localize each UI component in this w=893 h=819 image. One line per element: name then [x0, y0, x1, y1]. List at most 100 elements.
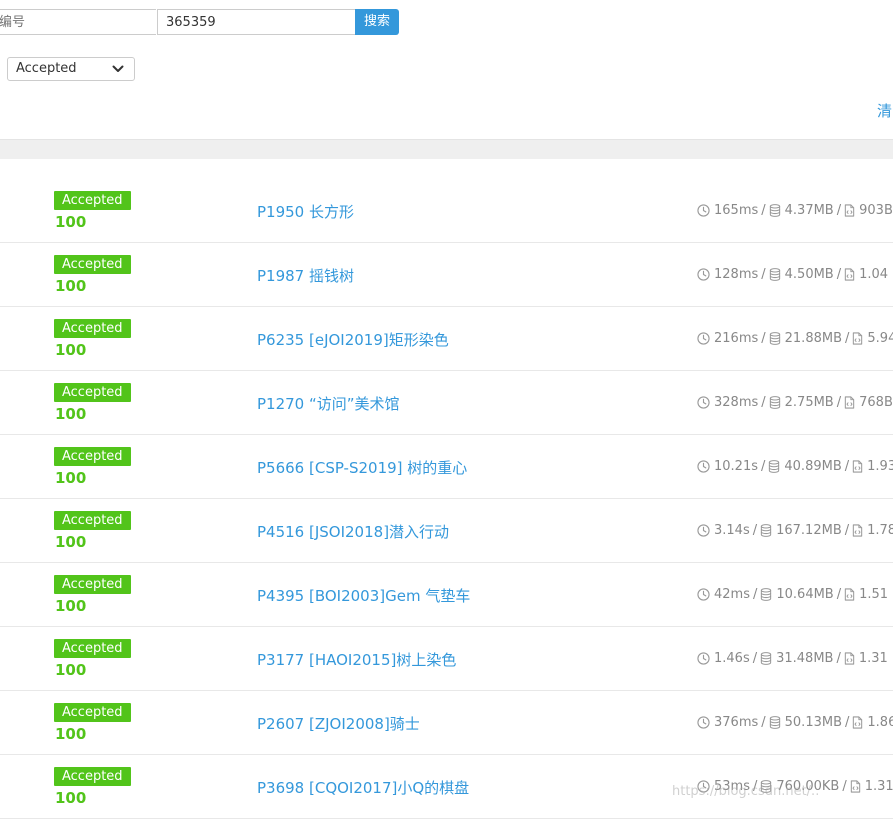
- score-value: 100: [55, 725, 87, 743]
- code-size-value: 1.04: [859, 267, 889, 282]
- status-badge[interactable]: Accepted: [54, 511, 131, 530]
- status-badge[interactable]: Accepted: [54, 703, 131, 722]
- problem-link[interactable]: P6235 [eJOI2019]矩形染色: [257, 329, 449, 350]
- status-badge[interactable]: Accepted: [54, 319, 131, 338]
- code-size-value: 1.78: [867, 523, 893, 538]
- separator: /: [752, 523, 758, 538]
- file-code-icon: [853, 332, 863, 345]
- memory-value: 21.88MB: [784, 331, 842, 346]
- separator: /: [836, 395, 842, 410]
- time-value: 376ms: [714, 715, 759, 730]
- record-row: Accepted 100 P1270 “访问”美术馆 328ms/2.75MB/768…: [0, 371, 893, 435]
- score-value: 100: [55, 277, 87, 295]
- record-row: Accepted 100 P6235 [eJOI2019]矩形染色 216ms/21.…: [0, 307, 893, 371]
- separator: /: [761, 203, 766, 218]
- database-icon: [760, 652, 772, 665]
- memory-value: 2.75MB: [784, 395, 834, 410]
- status-badge[interactable]: Accepted: [54, 447, 131, 466]
- separator: /: [761, 395, 766, 410]
- record-row: Accepted 100 P3177 [HAOI2015]树上染色 1.46s /31.…: [0, 627, 893, 691]
- database-icon: [761, 588, 772, 601]
- score-value: 100: [55, 661, 87, 679]
- clock-icon: [697, 396, 710, 409]
- memory-value: 167.12MB: [776, 523, 842, 538]
- clock-icon: [697, 332, 710, 345]
- problem-link[interactable]: P4395 [BOI2003]Gem 气垫车: [257, 585, 470, 606]
- record-stats: 3.14s/167.12MB/1.78: [697, 523, 893, 538]
- code-size-value: 1.31: [858, 651, 888, 666]
- database-icon: [769, 332, 780, 345]
- status-badge[interactable]: Accepted: [54, 767, 131, 786]
- code-size-value: 5.94: [867, 331, 893, 346]
- file-code-icon: [844, 588, 855, 601]
- separator: /: [761, 267, 766, 282]
- problem-link[interactable]: P4516 [JSOI2018]潜入行动: [257, 521, 449, 542]
- time-value: 216ms: [714, 331, 759, 346]
- score-value: 100: [55, 533, 87, 551]
- record-row: Accepted 100 P4516 [JSOI2018]潜入行动 3.14s/167…: [0, 499, 893, 563]
- record-list: Accepted 100 P1950 长方形 165ms/4.37MB/903B Acc…: [0, 179, 893, 819]
- record-row: Accepted 100 P4395 [BOI2003]Gem 气垫车 42ms/10…: [0, 563, 893, 627]
- record-stats: 42ms/10.64MB/1.51: [697, 587, 888, 602]
- file-code-icon: [844, 204, 855, 217]
- time-value: 128ms: [714, 267, 759, 282]
- user-search-input[interactable]: [0, 9, 156, 35]
- clock-icon: [697, 268, 710, 281]
- memory-value: 31.48MB: [776, 651, 834, 666]
- clear-filter-link[interactable]: 清: [877, 100, 892, 121]
- score-value: 100: [55, 213, 87, 231]
- search-button[interactable]: 搜索: [355, 9, 399, 35]
- file-code-icon: [852, 460, 863, 473]
- status-badge[interactable]: Accepted: [54, 255, 131, 274]
- problem-link[interactable]: P5666 [CSP-S2019] 树的重心: [257, 457, 467, 478]
- record-row: Accepted 100 P1950 长方形 165ms/4.37MB/903B: [0, 179, 893, 243]
- separator: /: [836, 651, 841, 666]
- record-row: Accepted 100 P5666 [CSP-S2019] 树的重心 10.21s /…: [0, 435, 893, 499]
- status-badge[interactable]: Accepted: [54, 639, 131, 658]
- separator: /: [845, 715, 850, 730]
- score-value: 100: [55, 405, 87, 423]
- record-stats: 376ms/50.13MB/1.86: [697, 715, 893, 730]
- clock-icon: [697, 716, 710, 729]
- separator: /: [836, 587, 842, 602]
- record-stats: 165ms/4.37MB/903B: [697, 203, 893, 218]
- code-size-value: 1.93: [867, 459, 893, 474]
- problem-link[interactable]: P1987 摇钱树: [257, 265, 354, 286]
- separator: /: [842, 779, 847, 794]
- watermark: https://blog.csdn.net/..: [672, 784, 820, 799]
- time-value: 1.46s: [714, 651, 750, 666]
- status-badge[interactable]: Accepted: [54, 575, 131, 594]
- code-size-value: 1.31: [864, 779, 893, 794]
- memory-value: 50.13MB: [784, 715, 842, 730]
- record-row: Accepted 100 P1987 摇钱树 128ms/4.50MB/1.04: [0, 243, 893, 307]
- file-code-icon: [844, 652, 855, 665]
- memory-value: 40.89MB: [784, 459, 842, 474]
- score-value: 100: [55, 597, 87, 615]
- separator: /: [761, 331, 766, 346]
- problem-link[interactable]: P3177 [HAOI2015]树上染色: [257, 649, 456, 670]
- list-header-band: [0, 139, 893, 159]
- problem-link[interactable]: P3698 [CQOI2017]小Q的棋盘: [257, 777, 469, 798]
- separator: /: [844, 459, 850, 474]
- problem-link[interactable]: P1270 “访问”美术馆: [257, 393, 400, 414]
- record-stats: 128ms/4.50MB/1.04: [697, 267, 888, 282]
- database-icon: [760, 524, 772, 537]
- status-badge[interactable]: Accepted: [54, 191, 131, 210]
- status-filter-select[interactable]: Accepted: [7, 57, 135, 81]
- status-badge[interactable]: Accepted: [54, 383, 131, 402]
- file-code-icon: [844, 268, 855, 281]
- clock-icon: [697, 460, 710, 473]
- separator: /: [836, 203, 842, 218]
- clock-icon: [697, 524, 710, 537]
- memory-value: 4.50MB: [784, 267, 834, 282]
- problem-link[interactable]: P2607 [ZJOI2008]骑士: [257, 713, 420, 734]
- record-stats: 1.46s/31.48MB/1.31: [697, 651, 888, 666]
- time-value: 328ms: [714, 395, 759, 410]
- code-size-value: 903B: [859, 203, 893, 218]
- score-value: 100: [55, 469, 87, 487]
- problem-search-input[interactable]: [157, 9, 356, 35]
- code-size-value: 1.51: [859, 587, 889, 602]
- status-filter-value: Accepted: [16, 61, 77, 76]
- database-icon: [769, 268, 780, 281]
- problem-link[interactable]: P1950 长方形: [257, 201, 354, 222]
